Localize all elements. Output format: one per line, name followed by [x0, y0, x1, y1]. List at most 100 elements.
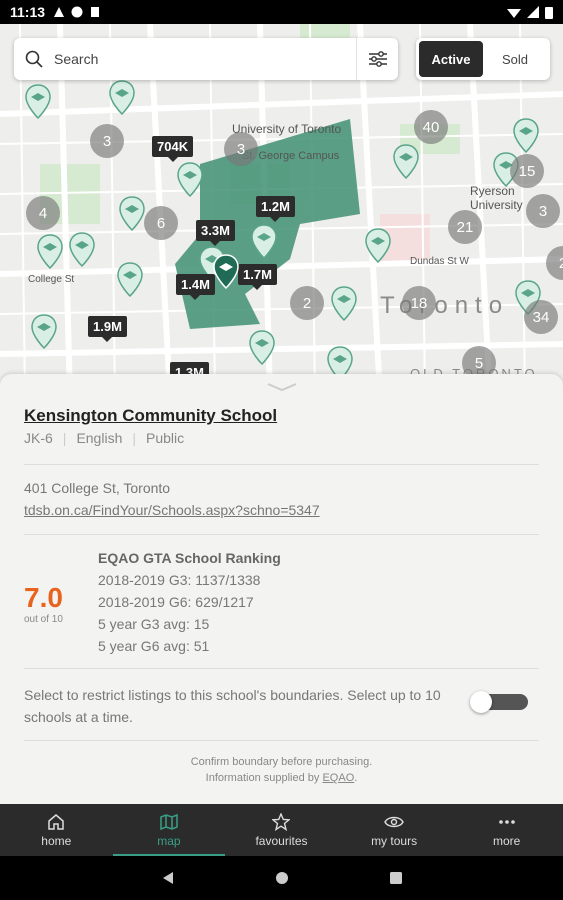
school-pin[interactable] [68, 232, 96, 268]
listing-cluster[interactable]: 3 [526, 194, 560, 228]
wifi-icon [507, 9, 521, 18]
sold-toggle-button[interactable]: Sold [483, 41, 547, 77]
nav-favourites[interactable]: favourites [225, 804, 338, 856]
nav-label-more: more [493, 833, 521, 848]
recents-icon[interactable] [389, 871, 403, 885]
eqao-link[interactable]: EQAO [322, 772, 354, 784]
star-icon [272, 812, 291, 831]
ranking-line: 5 year G3 avg: 15 [98, 616, 210, 632]
status-bar: 11:13 [0, 0, 563, 24]
listing-mode-toggle[interactable]: Active Sold [416, 38, 550, 80]
school-pin[interactable] [248, 330, 276, 366]
listing-cluster[interactable]: 3 [90, 124, 124, 158]
listing-cluster[interactable]: 21 [448, 210, 482, 244]
listing-cluster[interactable]: 18 [402, 286, 436, 320]
nav-label-my-tours: my tours [371, 833, 418, 848]
school-pin[interactable] [24, 84, 52, 120]
ranking-line: 5 year G6 avg: 51 [98, 638, 210, 654]
score-out-of: out of 10 [24, 614, 63, 625]
bottom-navigation: home map favourites my tours more [0, 804, 563, 856]
home-circle-icon[interactable] [275, 871, 289, 885]
school-pin[interactable] [250, 224, 278, 260]
filter-button[interactable] [356, 38, 398, 80]
nav-label-home: home [41, 833, 72, 848]
meta-separator: | [62, 430, 67, 446]
source-note-prefix: Information supplied by [205, 772, 323, 784]
school-details-sheet: Kensington Community School JK-6 | Engli… [0, 374, 563, 804]
school-grades: JK-6 [24, 430, 53, 446]
school-pin[interactable] [36, 234, 64, 270]
nav-map[interactable]: map [112, 804, 226, 856]
map-label-dundas-st: Dundas St W [410, 256, 469, 267]
price-marker[interactable]: 1.7M [238, 264, 277, 290]
school-address: 401 College St, Toronto [24, 480, 171, 496]
eye-icon [384, 816, 404, 827]
nav-more[interactable]: more [450, 804, 563, 856]
restrict-boundary-text: Select to restrict listings to this scho… [24, 687, 441, 725]
school-pin[interactable] [30, 314, 58, 350]
school-pin[interactable] [176, 162, 204, 198]
source-note: Information supplied by EQAO. [0, 772, 563, 784]
price-marker[interactable]: 1.9M [88, 316, 127, 342]
school-website-link[interactable]: tdsb.on.ca/FindYour/Schools.aspx?schno=5… [24, 502, 320, 518]
nav-my-tours[interactable]: my tours [338, 804, 451, 856]
listing-cluster[interactable]: 15 [510, 154, 544, 188]
toggle-knob [470, 691, 492, 713]
search-input[interactable]: Search [54, 51, 356, 67]
price-marker[interactable]: 1.2M [256, 196, 295, 222]
nav-home[interactable]: home [0, 804, 113, 856]
nav-label-map: map [157, 833, 181, 848]
home-icon [48, 813, 65, 830]
search-bar[interactable]: Search [14, 38, 398, 80]
sd-card-icon [91, 7, 100, 17]
ranking-line: 2018-2019 G3: 1137/1338 [98, 572, 261, 588]
divider [24, 534, 539, 535]
status-notification-icons [53, 6, 101, 18]
ranking-title: EQAO GTA School Ranking [98, 550, 281, 566]
active-toggle-button[interactable]: Active [419, 41, 483, 77]
signal-icon [527, 6, 539, 18]
listing-cluster[interactable]: 2 [290, 286, 324, 320]
map-icon [160, 813, 178, 830]
listing-cluster[interactable]: 3 [224, 132, 258, 166]
filter-sliders-icon [368, 51, 387, 67]
source-note-suffix: . [354, 772, 358, 784]
meta-separator: | [132, 430, 136, 446]
school-type: Public [146, 430, 185, 446]
listing-cluster[interactable]: 40 [414, 110, 448, 144]
listing-cluster[interactable]: 4 [26, 196, 60, 230]
school-meta: JK-6 | English | Public [24, 430, 184, 446]
school-pin[interactable] [364, 228, 392, 264]
warning-icon [54, 7, 65, 17]
listing-cluster[interactable]: 34 [524, 300, 558, 334]
school-pin[interactable] [392, 144, 420, 180]
school-language: English [76, 430, 123, 446]
restrict-boundary-toggle[interactable] [470, 691, 528, 713]
map-label-college-st: College St [28, 274, 75, 285]
school-pin[interactable] [330, 286, 358, 322]
school-pin[interactable] [118, 196, 146, 232]
status-time: 11:13 [10, 4, 46, 20]
school-score: 7.0 [24, 582, 63, 613]
app-icon [71, 6, 83, 18]
search-icon [14, 50, 54, 68]
price-marker[interactable]: 1.4M [176, 274, 215, 300]
price-marker[interactable]: 3.3M [196, 220, 235, 246]
school-pin[interactable] [512, 118, 540, 154]
ranking-line: 2018-2019 G6: 629/1217 [98, 594, 254, 610]
school-pin[interactable] [108, 80, 136, 116]
back-icon[interactable] [161, 871, 175, 885]
nav-label-favourites: favourites [255, 833, 308, 848]
school-name: Kensington Community School [24, 406, 278, 425]
price-marker[interactable]: 704K [152, 136, 194, 162]
divider [24, 464, 539, 465]
map-label-toronto: Toronto [380, 292, 510, 319]
school-pin[interactable] [116, 262, 144, 298]
listing-cluster[interactable]: 6 [144, 206, 178, 240]
battery-icon [545, 6, 553, 19]
sheet-handle-icon[interactable] [266, 382, 298, 392]
disclaimer-note: Confirm boundary before purchasing. [190, 756, 373, 768]
selected-school-pin[interactable] [212, 254, 240, 290]
system-navigation-bar [0, 856, 563, 900]
status-system-icons [507, 6, 553, 19]
